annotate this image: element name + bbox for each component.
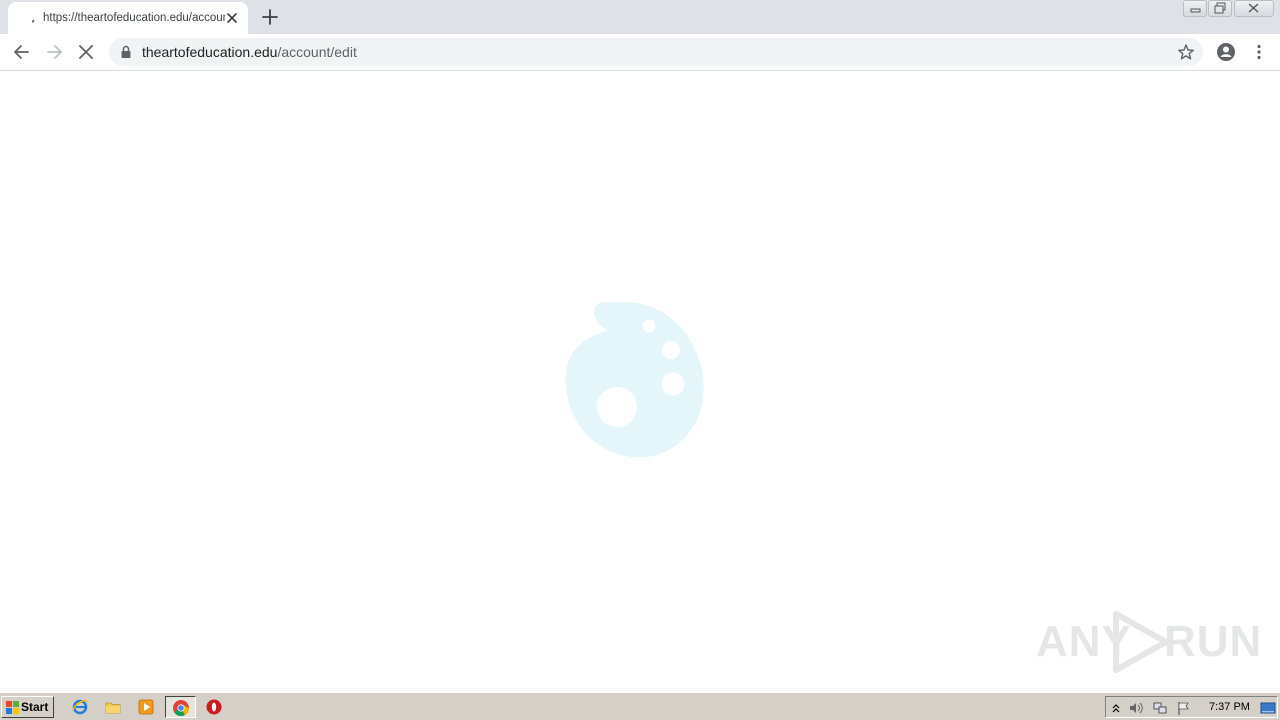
close-window-button[interactable] [1234,0,1274,17]
show-desktop-icon[interactable] [1260,700,1276,716]
speaker-icon[interactable] [1128,700,1144,716]
tab-strip: https://theartofeducation.edu/account/ed… [0,0,1280,34]
media-player-icon[interactable] [137,698,155,716]
browser-toolbar: theartofeducation.edu/account/edit [0,34,1280,71]
folder-icon[interactable] [104,698,122,716]
arrow-right-icon[interactable] [44,42,64,62]
star-icon[interactable] [1177,43,1195,61]
more-vertical-icon[interactable] [1249,42,1269,62]
clock[interactable]: 7:37 PM [1209,701,1250,713]
maximize-icon [1214,2,1226,14]
network-icon[interactable] [1152,700,1168,716]
system-tray: 7:37 PM [1105,696,1278,718]
chrome-icon [173,700,190,717]
url-path: /account/edit [277,44,357,60]
account-circle-icon[interactable] [1216,42,1236,62]
lock-icon[interactable] [120,45,132,59]
opera-icon[interactable] [205,698,223,716]
start-button[interactable]: Start [1,696,54,718]
minimize-button[interactable] [1183,0,1207,17]
start-label: Start [21,700,49,714]
maximize-button[interactable] [1208,0,1232,17]
windows-flag-icon [6,701,19,714]
url-host: theartofeducation.edu [142,44,278,60]
close-icon [1248,3,1259,13]
page-viewport: ANY RUN [0,72,1280,692]
flag-icon[interactable] [1176,700,1192,716]
plus-icon[interactable] [260,7,280,27]
anyrun-watermark: ANY RUN [1036,607,1261,677]
stop-loading-icon[interactable] [76,42,96,62]
minimize-icon [1190,8,1201,13]
close-icon[interactable] [224,10,240,26]
arrow-left-icon[interactable] [12,42,32,62]
palette-icon [565,302,704,458]
tab-title: https://theartofeducation.edu/account/ed… [43,12,225,24]
address-bar[interactable]: theartofeducation.edu/account/edit [109,38,1203,66]
spinner-icon [32,19,35,23]
taskbar-chrome-button[interactable] [165,696,196,718]
watermark-run: RUN [1164,617,1263,666]
ie-icon[interactable] [71,698,89,716]
url-text[interactable]: theartofeducation.edu/account/edit [142,44,357,60]
chevron-up-icon[interactable] [1108,700,1124,716]
browser-tab[interactable]: https://theartofeducation.edu/account/ed… [8,2,248,34]
taskbar: Start 7:37 PM [0,692,1280,720]
